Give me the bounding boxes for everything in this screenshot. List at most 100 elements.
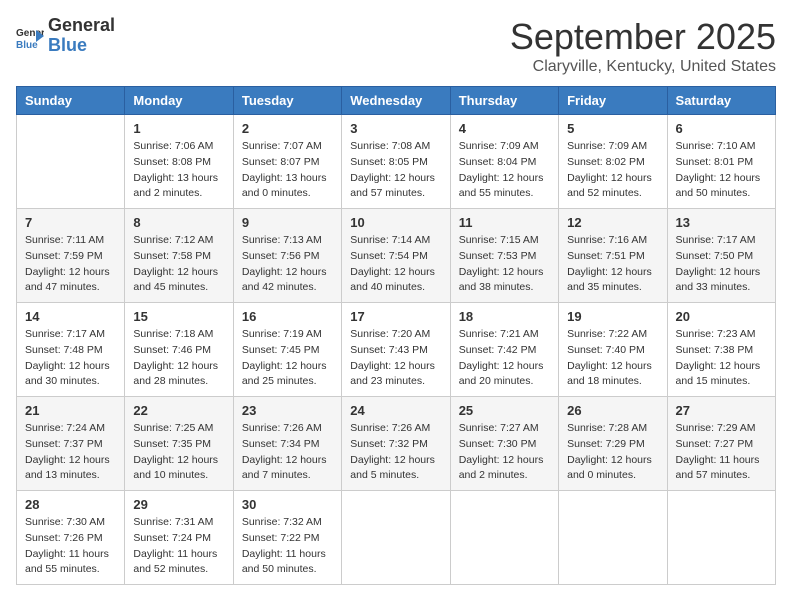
weekday-header-monday: Monday [125, 87, 233, 115]
calendar-cell: 25Sunrise: 7:27 AMSunset: 7:30 PMDayligh… [450, 397, 558, 491]
day-number: 2 [242, 121, 333, 136]
day-info: Sunrise: 7:17 AMSunset: 7:50 PMDaylight:… [676, 233, 767, 296]
calendar-cell [667, 491, 775, 585]
day-number: 13 [676, 215, 767, 230]
day-info: Sunrise: 7:07 AMSunset: 8:07 PMDaylight:… [242, 139, 333, 202]
calendar-week-row: 28 Sunrise: 7:30 AMSunset: 7:26 PMDayligh… [17, 491, 776, 585]
calendar-cell [559, 491, 667, 585]
calendar-cell: 14 Sunrise: 7:17 AMSunset: 7:48 PMDayligh… [17, 303, 125, 397]
day-number: 23 [242, 403, 333, 418]
day-info: Sunrise: 7:16 AMSunset: 7:51 PMDaylight:… [567, 233, 658, 296]
calendar-cell: 29 Sunrise: 7:31 AMSunset: 7:24 PMDayligh… [125, 491, 233, 585]
logo-general: General [48, 16, 115, 36]
weekday-header-row: SundayMondayTuesdayWednesdayThursdayFrid… [17, 87, 776, 115]
day-info: Sunrise: 7:13 AMSunset: 7:56 PMDaylight:… [242, 233, 333, 296]
calendar-cell: 13 Sunrise: 7:17 AMSunset: 7:50 PMDayligh… [667, 209, 775, 303]
logo: General Blue General Blue [16, 16, 115, 56]
day-info: Sunrise: 7:11 AMSunset: 7:59 PMDaylight:… [25, 233, 116, 296]
title-block: September 2025 Claryville, Kentucky, Uni… [510, 16, 776, 76]
calendar-cell: 30Sunrise: 7:32 AMSunset: 7:22 PMDayligh… [233, 491, 341, 585]
day-info: Sunrise: 7:26 AMSunset: 7:32 PMDaylight:… [350, 421, 441, 484]
calendar-cell [342, 491, 450, 585]
day-number: 10 [350, 215, 441, 230]
day-info: Sunrise: 7:26 AMSunset: 7:34 PMDaylight:… [242, 421, 333, 484]
calendar-cell: 9 Sunrise: 7:13 AMSunset: 7:56 PMDaylight… [233, 209, 341, 303]
day-info: Sunrise: 7:19 AMSunset: 7:45 PMDaylight:… [242, 327, 333, 390]
day-number: 7 [25, 215, 116, 230]
calendar-cell: 11 Sunrise: 7:15 AMSunset: 7:53 PMDayligh… [450, 209, 558, 303]
location-title: Claryville, Kentucky, United States [510, 58, 776, 76]
calendar-cell: 8 Sunrise: 7:12 AMSunset: 7:58 PMDaylight… [125, 209, 233, 303]
calendar-week-row: 1Sunrise: 7:06 AMSunset: 8:08 PMDaylight… [17, 115, 776, 209]
day-number: 21 [25, 403, 116, 418]
calendar-week-row: 14 Sunrise: 7:17 AMSunset: 7:48 PMDayligh… [17, 303, 776, 397]
calendar-cell: 16 Sunrise: 7:19 AMSunset: 7:45 PMDayligh… [233, 303, 341, 397]
day-number: 28 [25, 497, 116, 512]
calendar-cell: 5Sunrise: 7:09 AMSunset: 8:02 PMDaylight… [559, 115, 667, 209]
day-number: 22 [133, 403, 224, 418]
calendar-cell: 26 Sunrise: 7:28 AMSunset: 7:29 PMDayligh… [559, 397, 667, 491]
day-info: Sunrise: 7:21 AMSunset: 7:42 PMDaylight:… [459, 327, 550, 390]
day-info: Sunrise: 7:29 AMSunset: 7:27 PMDaylight:… [676, 421, 767, 484]
day-number: 12 [567, 215, 658, 230]
logo-blue: Blue [48, 36, 115, 56]
calendar-cell: 17 Sunrise: 7:20 AMSunset: 7:43 PMDayligh… [342, 303, 450, 397]
calendar-cell: 6Sunrise: 7:10 AMSunset: 8:01 PMDaylight… [667, 115, 775, 209]
calendar-cell: 21Sunrise: 7:24 AMSunset: 7:37 PMDayligh… [17, 397, 125, 491]
day-info: Sunrise: 7:18 AMSunset: 7:46 PMDaylight:… [133, 327, 224, 390]
day-info: Sunrise: 7:08 AMSunset: 8:05 PMDaylight:… [350, 139, 441, 202]
day-number: 17 [350, 309, 441, 324]
calendar-cell: 20Sunrise: 7:23 AMSunset: 7:38 PMDayligh… [667, 303, 775, 397]
day-number: 19 [567, 309, 658, 324]
day-number: 24 [350, 403, 441, 418]
day-number: 26 [567, 403, 658, 418]
day-info: Sunrise: 7:20 AMSunset: 7:43 PMDaylight:… [350, 327, 441, 390]
day-info: Sunrise: 7:14 AMSunset: 7:54 PMDaylight:… [350, 233, 441, 296]
svg-text:Blue: Blue [16, 40, 38, 50]
calendar-cell: 18 Sunrise: 7:21 AMSunset: 7:42 PMDayligh… [450, 303, 558, 397]
day-info: Sunrise: 7:12 AMSunset: 7:58 PMDaylight:… [133, 233, 224, 296]
day-info: Sunrise: 7:22 AMSunset: 7:40 PMDaylight:… [567, 327, 658, 390]
day-number: 9 [242, 215, 333, 230]
calendar-week-row: 21Sunrise: 7:24 AMSunset: 7:37 PMDayligh… [17, 397, 776, 491]
calendar-cell: 10 Sunrise: 7:14 AMSunset: 7:54 PMDayligh… [342, 209, 450, 303]
weekday-header-sunday: Sunday [17, 87, 125, 115]
weekday-header-wednesday: Wednesday [342, 87, 450, 115]
day-info: Sunrise: 7:28 AMSunset: 7:29 PMDaylight:… [567, 421, 658, 484]
calendar-cell: 4Sunrise: 7:09 AMSunset: 8:04 PMDaylight… [450, 115, 558, 209]
day-number: 3 [350, 121, 441, 136]
weekday-header-tuesday: Tuesday [233, 87, 341, 115]
day-info: Sunrise: 7:30 AMSunset: 7:26 PMDaylight:… [25, 515, 116, 578]
day-number: 29 [133, 497, 224, 512]
calendar-week-row: 7 Sunrise: 7:11 AMSunset: 7:59 PMDaylight… [17, 209, 776, 303]
day-info: Sunrise: 7:31 AMSunset: 7:24 PMDaylight:… [133, 515, 224, 578]
calendar-table: SundayMondayTuesdayWednesdayThursdayFrid… [16, 86, 776, 585]
calendar-cell: 28 Sunrise: 7:30 AMSunset: 7:26 PMDayligh… [17, 491, 125, 585]
calendar-cell: 3 Sunrise: 7:08 AMSunset: 8:05 PMDaylight… [342, 115, 450, 209]
day-info: Sunrise: 7:32 AMSunset: 7:22 PMDaylight:… [242, 515, 333, 578]
month-title: September 2025 [510, 16, 776, 58]
day-number: 14 [25, 309, 116, 324]
weekday-header-friday: Friday [559, 87, 667, 115]
day-number: 20 [676, 309, 767, 324]
logo-icon: General Blue [16, 22, 44, 50]
day-number: 16 [242, 309, 333, 324]
calendar-cell: 19 Sunrise: 7:22 AMSunset: 7:40 PMDayligh… [559, 303, 667, 397]
calendar-cell [17, 115, 125, 209]
day-number: 11 [459, 215, 550, 230]
calendar-cell: 1Sunrise: 7:06 AMSunset: 8:08 PMDaylight… [125, 115, 233, 209]
day-number: 15 [133, 309, 224, 324]
day-number: 8 [133, 215, 224, 230]
day-info: Sunrise: 7:17 AMSunset: 7:48 PMDaylight:… [25, 327, 116, 390]
calendar-cell: 22Sunrise: 7:25 AMSunset: 7:35 PMDayligh… [125, 397, 233, 491]
day-number: 18 [459, 309, 550, 324]
day-number: 25 [459, 403, 550, 418]
calendar-cell: 7 Sunrise: 7:11 AMSunset: 7:59 PMDaylight… [17, 209, 125, 303]
day-info: Sunrise: 7:09 AMSunset: 8:02 PMDaylight:… [567, 139, 658, 202]
calendar-cell: 15 Sunrise: 7:18 AMSunset: 7:46 PMDayligh… [125, 303, 233, 397]
calendar-cell: 24 Sunrise: 7:26 AMSunset: 7:32 PMDayligh… [342, 397, 450, 491]
weekday-header-thursday: Thursday [450, 87, 558, 115]
day-info: Sunrise: 7:15 AMSunset: 7:53 PMDaylight:… [459, 233, 550, 296]
day-info: Sunrise: 7:06 AMSunset: 8:08 PMDaylight:… [133, 139, 224, 202]
calendar-cell: 23 Sunrise: 7:26 AMSunset: 7:34 PMDayligh… [233, 397, 341, 491]
